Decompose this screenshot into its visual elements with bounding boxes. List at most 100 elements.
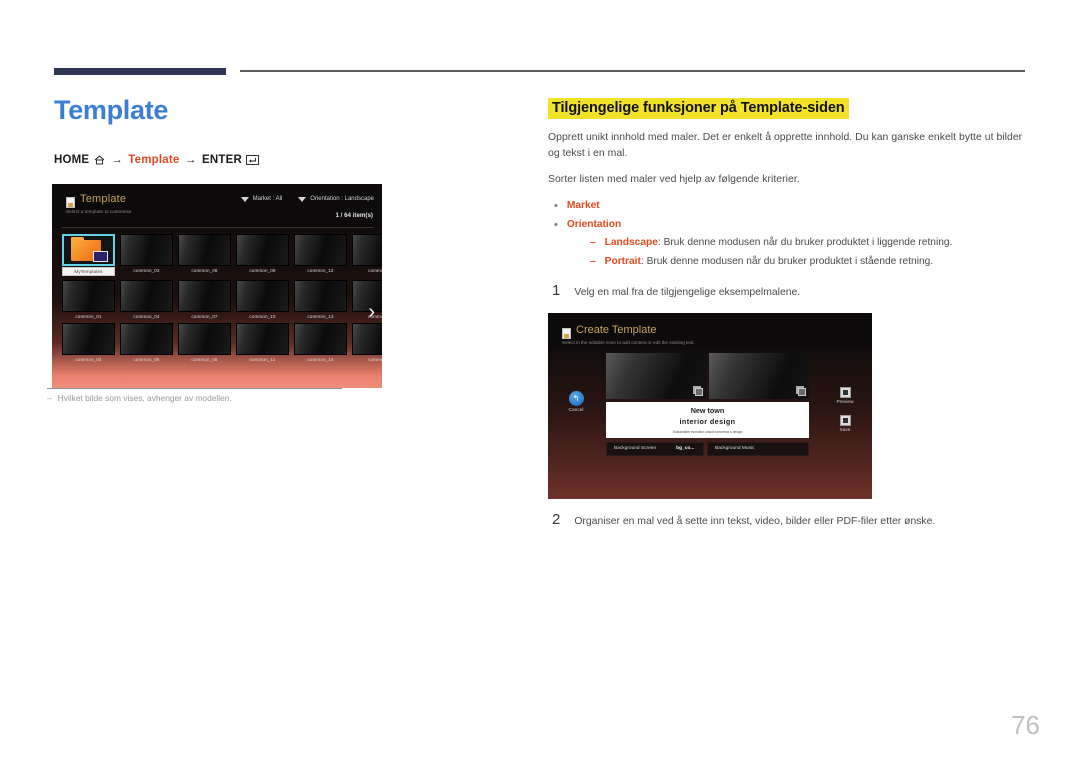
- image-zone-icon: [796, 385, 806, 396]
- create-template-title: Create Template: [576, 323, 657, 336]
- editable-zone-right[interactable]: [709, 352, 809, 399]
- thumbnail-item[interactable]: common_04: [120, 280, 173, 319]
- thumbnail-item[interactable]: common_06: [178, 234, 231, 276]
- thumbnail-item[interactable]: common_11: [236, 323, 289, 362]
- next-page-chevron-icon[interactable]: ›: [368, 302, 375, 322]
- thumbnail-label: common_08: [191, 357, 218, 362]
- thumbnail-item[interactable]: common_13: [294, 280, 347, 319]
- thumbnail-item[interactable]: common_01: [62, 280, 115, 319]
- thumbnail-image: [294, 323, 347, 355]
- orientation-filter-label: Orientation : Landscape: [310, 196, 374, 202]
- breadcrumb: HOME → Template → ENTER: [54, 154, 494, 168]
- thumbnail-image: [352, 323, 382, 355]
- cancel-button[interactable]: ↰ Cancel: [557, 390, 595, 413]
- thumbnail-item[interactable]: common_: [352, 280, 382, 319]
- market-filter[interactable]: Market : All: [240, 196, 283, 202]
- step-1: 1 Velg en mal fra de tilgjengelige eksem…: [548, 282, 1026, 299]
- preview-button[interactable]: Preview: [828, 386, 862, 405]
- breadcrumb-arrow-1: →: [111, 153, 123, 166]
- editor-side-actions: Preview Save: [828, 386, 862, 443]
- editable-text-zone[interactable]: New town interior design Sustainable evo…: [606, 401, 809, 438]
- text-line-1: New town: [690, 405, 725, 415]
- thumbnail-item[interactable]: common_07: [178, 280, 231, 319]
- thumbnail-label: common_14: [307, 357, 334, 362]
- thumbnail-image: [352, 280, 382, 312]
- editable-zone-left[interactable]: [606, 352, 706, 399]
- step-1-text: Velg en mal fra de tilgjengelige eksempe…: [574, 286, 801, 298]
- breadcrumb-home-label: HOME: [54, 153, 90, 166]
- thumbnail-item[interactable]: common_02: [62, 323, 115, 362]
- section-heading: Tilgjengelige funksjoner på Template-sid…: [548, 98, 849, 119]
- header-rule-left: [54, 68, 226, 75]
- thumbnail-label: MyTemplates: [62, 267, 115, 276]
- template-screen-subtitle: Select a template to customise: [66, 209, 132, 214]
- thumbnail-image: [352, 234, 382, 266]
- thumbnail-label: common_05: [133, 357, 160, 362]
- thumbnail-label: common_10: [249, 314, 276, 319]
- page-title: Template: [54, 95, 169, 125]
- chevron-down-icon: [298, 196, 307, 202]
- thumbnail-item[interactable]: common_: [352, 234, 382, 276]
- save-button[interactable]: Save: [828, 414, 862, 433]
- step-2-number: 2: [552, 510, 561, 528]
- thumbnail-row: common_02 common_05 common_08 common_11 …: [62, 323, 382, 362]
- bullet-orientation-label: Orientation: [566, 218, 622, 230]
- thumbnail-image: [294, 234, 347, 266]
- caption-text: Hvilket bilde som vises, avhenger av mod…: [57, 393, 232, 403]
- bullet-market-label: Market: [566, 199, 600, 211]
- text-line-2: interior design: [679, 416, 736, 426]
- thumbnail-item[interactable]: common_12: [294, 234, 347, 276]
- thumbnail-image: [236, 234, 289, 266]
- background-screen-value: bg_co...: [676, 446, 695, 452]
- sub-bullet-landscape-label: Landscape: [604, 237, 658, 249]
- thumbnail-label: common_13: [307, 314, 334, 319]
- thumbnail-image: [178, 234, 231, 266]
- thumbnail-label: common_: [368, 314, 382, 319]
- thumbnail-image: [62, 323, 115, 355]
- page-number: 76: [1011, 710, 1040, 740]
- thumbnail-item[interactable]: common_03: [120, 234, 173, 276]
- thumbnail-image: [120, 280, 173, 312]
- thumbnail-my-templates[interactable]: MyTemplates: [62, 234, 115, 276]
- thumbnail-item[interactable]: common_09: [236, 234, 289, 276]
- thumbnail-row: common_01 common_04 common_07 common_10 …: [62, 280, 382, 319]
- breadcrumb-template-label: Template: [128, 153, 180, 166]
- background-music-label: Background Music: [715, 446, 755, 452]
- thumbnail-label: common_04: [133, 314, 160, 319]
- right-column: Tilgjengelige funksjoner på Template-sid…: [548, 98, 1026, 528]
- sub-bullet-portrait-text: : Bruk denne modusen når du bruker produ…: [640, 255, 934, 267]
- thumbnail-image: [62, 280, 115, 312]
- bullet-dot: •: [554, 199, 558, 212]
- create-template-page-icon: [562, 327, 571, 339]
- thumbnail-item[interactable]: common_08: [178, 323, 231, 362]
- sub-bullet-landscape-text: : Bruk denne modusen når du bruker produ…: [657, 237, 953, 249]
- cancel-button-label: Cancel: [568, 407, 584, 413]
- orientation-filter[interactable]: Orientation : Landscape: [298, 196, 374, 202]
- template-filter-bar: Market : All Orientation : Landscape: [240, 196, 374, 202]
- editor-bottom-bar: Background Screen bg_co... Background Mu…: [606, 441, 809, 456]
- sub-bullet-portrait: – Portrait: Bruk denne modusen når du br…: [590, 255, 1026, 270]
- thumbnail-item[interactable]: common_: [352, 323, 382, 362]
- intro-paragraph-1: Opprett unikt innhold med maler. Det er …: [548, 132, 1023, 159]
- thumbnail-label: common_03: [133, 268, 160, 273]
- background-music-button[interactable]: Background Music: [707, 441, 809, 456]
- caption-dash: –: [47, 393, 52, 403]
- sub-bullet-landscape: – Landscape: Bruk denne modusen når du b…: [590, 236, 1026, 251]
- step-2: 2 Organiser en mal ved å sette inn tekst…: [548, 511, 1026, 528]
- thumbnail-item[interactable]: common_14: [294, 323, 347, 362]
- template-thumbnail-grid[interactable]: MyTemplates common_03 common_06 common_0…: [52, 228, 382, 388]
- thumbnail-image: [294, 280, 347, 312]
- background-screen-button[interactable]: Background Screen bg_co...: [606, 441, 704, 456]
- market-filter-label: Market : All: [252, 196, 283, 202]
- thumbnail-label: common_12: [307, 268, 334, 273]
- home-icon: [94, 155, 105, 168]
- thumbnail-item[interactable]: common_10: [236, 280, 289, 319]
- caption-rule: [47, 388, 342, 389]
- thumbnail-label: common_07: [191, 314, 218, 319]
- orientation-sublist: – Landscape: Bruk denne modusen når du b…: [548, 236, 1026, 270]
- thumbnail-label: common_: [368, 357, 382, 362]
- thumbnail-label: common_11: [249, 357, 276, 362]
- text-line-3: Sustainable evolution unlock tomorrow s …: [672, 429, 743, 434]
- thumbnail-item[interactable]: common_05: [120, 323, 173, 362]
- thumbnail-image: [178, 280, 231, 312]
